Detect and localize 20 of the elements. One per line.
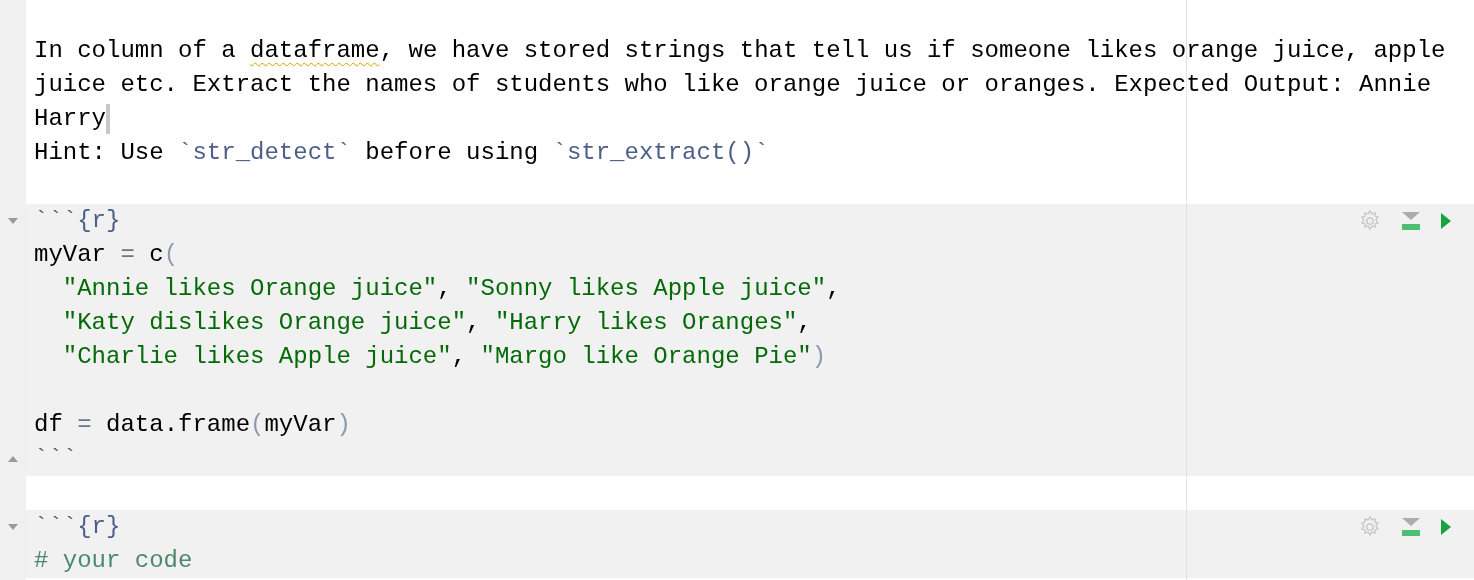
- code-line: myVar = c(: [34, 240, 179, 270]
- chunk-header: ```{r}: [34, 512, 121, 542]
- run-icon[interactable]: [1440, 518, 1452, 536]
- code-line: df = data.frame(myVar): [34, 410, 351, 440]
- code-line: "Katy dislikes Orange juice", "Harry likes Oranges",: [61, 308, 812, 338]
- text-line: juice etc. Extract the names of students who like orange juice or oranges. Expected Output: Annie: [34, 70, 1432, 100]
- text-line: In column of a dataframe, we have stored strings that tell us if someone likes orange juice, apple: [34, 36, 1446, 66]
- code-line: "Charlie likes Apple juice", "Margo like Orange Pie"): [61, 342, 827, 372]
- code-line: "Annie likes Orange juice", "Sonny likes Apple juice",: [61, 274, 841, 304]
- run-icon[interactable]: [1440, 212, 1452, 230]
- text-line: Hint: Use `str_detect` before using `str_extract()`: [34, 138, 769, 168]
- fold-toggle-icon[interactable]: [8, 218, 18, 224]
- code-line: # your code: [34, 546, 193, 576]
- run-above-icon[interactable]: [1400, 210, 1422, 232]
- fold-toggle-icon[interactable]: [8, 456, 18, 462]
- text-line: Harry: [34, 104, 106, 134]
- fold-toggle-icon[interactable]: [8, 524, 18, 530]
- chunk-footer: ```: [34, 442, 78, 476]
- run-above-icon[interactable]: [1400, 516, 1422, 538]
- chunk-header: ```{r}: [34, 206, 121, 236]
